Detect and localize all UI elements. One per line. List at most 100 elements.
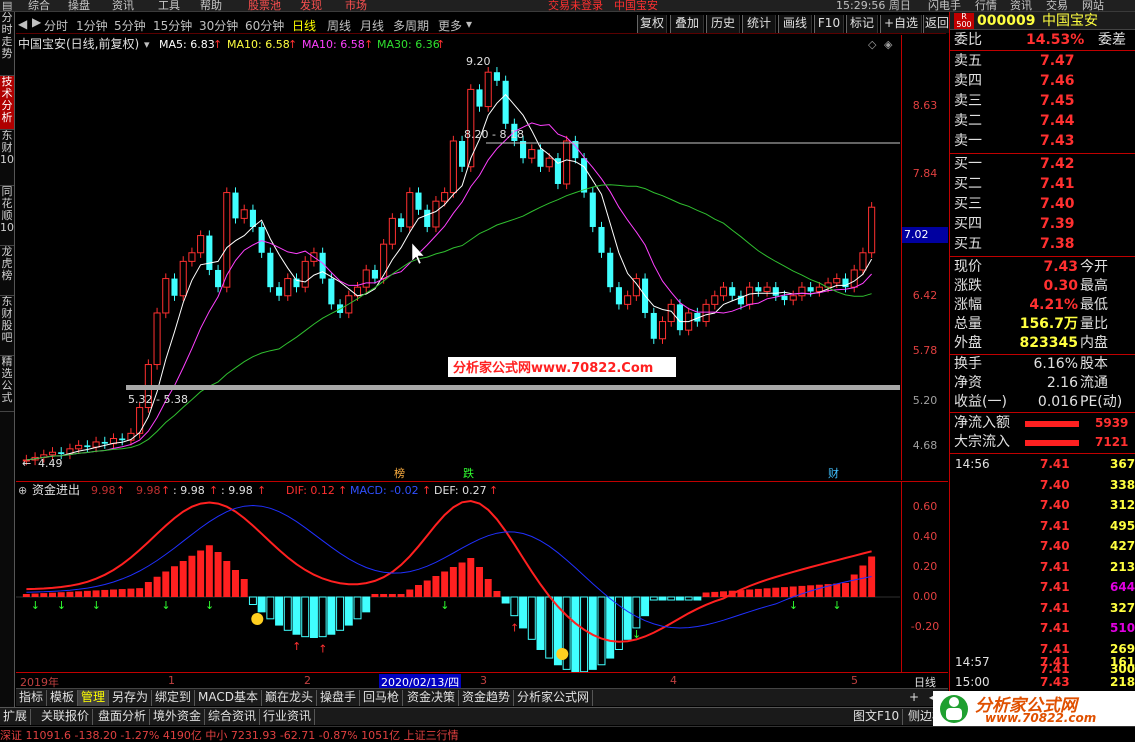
- tool-button[interactable]: 标记: [846, 15, 878, 33]
- tab-fenshi[interactable]: 分时走势: [0, 12, 14, 76]
- sub-tab[interactable]: 分析家公式网: [514, 690, 594, 706]
- sub-tab-active[interactable]: 管理: [78, 690, 110, 706]
- period-tab[interactable]: 多周期: [393, 17, 429, 34]
- menu-item[interactable]: 资讯: [112, 0, 134, 11]
- sub-tab[interactable]: 回马枪: [360, 690, 404, 706]
- tool-button[interactable]: 画线: [778, 15, 812, 33]
- bottom-tab[interactable]: 境外资金: [150, 709, 206, 725]
- tool-button[interactable]: +自选: [880, 15, 922, 33]
- candle-body: [868, 206, 876, 254]
- index-ticker: 深证 11091.6 -138.20 -1.27% 4190亿 中小 7231.…: [0, 726, 1135, 742]
- indicator-bar: [606, 596, 615, 659]
- indicator-bar: [702, 592, 710, 597]
- tick-time: 15:00: [955, 675, 990, 689]
- login-status[interactable]: 交易未登录: [548, 0, 603, 11]
- ask-row[interactable]: 卖二 7.44: [950, 112, 1135, 131]
- menu-item[interactable]: 综合: [28, 0, 50, 11]
- top-right-item[interactable]: 交易: [1046, 0, 1068, 11]
- period-tab[interactable]: 30分钟: [199, 17, 238, 34]
- tab-guba[interactable]: 东财股吧: [0, 296, 14, 356]
- tab-longhubang[interactable]: 龙虎榜: [0, 246, 14, 296]
- ask-row[interactable]: 卖五 7.47: [950, 52, 1135, 71]
- tool-button[interactable]: 历史: [706, 15, 740, 33]
- bottom-tab[interactable]: 行业资讯: [260, 709, 316, 725]
- bid-row[interactable]: 买二 7.41: [950, 175, 1135, 194]
- tab-dongcai[interactable]: 东财10: [0, 130, 14, 186]
- hot-item[interactable]: 市场: [345, 0, 367, 11]
- bid-row[interactable]: 买五 7.38: [950, 235, 1135, 254]
- marker-bang[interactable]: 榜: [394, 466, 405, 480]
- dropdown-icon[interactable]: ▾: [466, 17, 472, 31]
- sub-tab[interactable]: 资金趋势: [459, 690, 515, 706]
- menu-item[interactable]: 操盘: [68, 0, 90, 11]
- date-axis: 2019年 1 2 2020/02/13/四 3 4 5 日线: [16, 672, 948, 690]
- marker-die[interactable]: 跌: [463, 466, 474, 480]
- hot-item[interactable]: 发现: [300, 0, 322, 11]
- arrow-icon[interactable]: ▶: [32, 15, 41, 29]
- period-tab[interactable]: 1分钟: [76, 17, 108, 34]
- diamond-icon[interactable]: ◇: [868, 38, 877, 51]
- bid-row[interactable]: 买一 7.42: [950, 155, 1135, 174]
- sub-tab[interactable]: 操盘手: [317, 690, 361, 706]
- top-right-item[interactable]: 网站: [1082, 0, 1104, 11]
- period-tab[interactable]: 60分钟: [245, 17, 284, 34]
- bid-row[interactable]: 买三 7.40: [950, 195, 1135, 214]
- period-tab[interactable]: 5分钟: [114, 17, 146, 34]
- tab-tonghuashun[interactable]: 同花顺10: [0, 186, 14, 246]
- period-tab[interactable]: 分时: [44, 17, 68, 34]
- period-tab[interactable]: 更多: [438, 17, 462, 34]
- ma-dropdown-icon[interactable]: ▾: [144, 38, 150, 51]
- quote-header: R 500 000009 中国宝安: [950, 12, 1135, 30]
- period-tab[interactable]: 月线: [360, 17, 384, 34]
- bottom-tab[interactable]: 综合资讯: [205, 709, 261, 725]
- top-right-item[interactable]: 行情: [975, 0, 997, 11]
- kline-chart[interactable]: 中国宝安(日线,前复权) ▾ MA5: 6.83 ↑ MA10: 6.58 ↑ …: [16, 35, 900, 480]
- period-tab-active[interactable]: 日线: [292, 17, 316, 34]
- candle-body: [197, 235, 205, 254]
- add-icon[interactable]: +: [906, 690, 922, 706]
- arrow-icon[interactable]: ◀: [18, 17, 27, 31]
- hot-item[interactable]: 股票池: [248, 0, 281, 11]
- tab-tech-analysis[interactable]: 技术分析: [0, 76, 14, 130]
- ask-row[interactable]: 卖一 7.43: [950, 132, 1135, 151]
- high-label: 9.20: [466, 55, 491, 68]
- sub-tab[interactable]: 绑定到: [152, 690, 196, 706]
- sub-tab[interactable]: 模板: [47, 690, 79, 706]
- ask-row[interactable]: 卖四 7.46: [950, 72, 1135, 91]
- bottom-tab[interactable]: 盘面分析: [95, 709, 151, 725]
- bid-row[interactable]: 买四 7.39: [950, 215, 1135, 234]
- stat-label: 现价: [954, 259, 982, 275]
- expand-icon[interactable]: ◈: [884, 38, 893, 51]
- tool-button[interactable]: 返回: [923, 15, 951, 33]
- indicator-menu-icon[interactable]: ⊕: [18, 484, 27, 497]
- tool-button[interactable]: 统计: [742, 15, 776, 33]
- period-tab[interactable]: 周线: [327, 17, 351, 34]
- bottom-right-button[interactable]: 图文F10: [850, 709, 904, 725]
- quote-panel: R 500 000009 中国宝安 委比 14.53% 委差 卖五 7.47 卖四 7…: [949, 12, 1135, 707]
- tick-row: 14:57 7.41 161: [950, 654, 1135, 670]
- tick-price: 7.40: [1040, 539, 1070, 553]
- top-right-item[interactable]: 闪电手: [928, 0, 961, 11]
- indicator-chart[interactable]: ↓ ↓ ↓ ↓ ↓ ↓ ↓ ↓ ↓ ↑ ↑ ↑ ↑ ⊕ 资金进出 9.98 ↑ 9.98 ↑ : 9.9…: [16, 482, 900, 672]
- sub-tab[interactable]: 资金决策: [404, 690, 460, 706]
- marker-cai[interactable]: 财: [828, 466, 839, 480]
- menu-item[interactable]: 帮助: [200, 0, 222, 11]
- period-tab[interactable]: 15分钟: [153, 17, 192, 34]
- tick-price: 7.40: [1040, 477, 1070, 492]
- bottom-tab[interactable]: 扩展: [0, 709, 32, 725]
- menu-icon[interactable]: ▤: [2, 0, 12, 11]
- sub-tab[interactable]: MACD基本: [195, 690, 262, 706]
- tool-button[interactable]: 叠加: [670, 15, 704, 33]
- tab-formula[interactable]: 精选公式: [0, 356, 14, 412]
- menu-item[interactable]: 工具: [158, 0, 180, 11]
- top-right-item[interactable]: 资讯: [1010, 0, 1032, 11]
- ask-row[interactable]: 卖三 7.45: [950, 92, 1135, 111]
- bottom-tab[interactable]: 关联报价: [38, 709, 94, 725]
- sub-tab[interactable]: 巅在龙头: [262, 690, 318, 706]
- sub-tab[interactable]: 指标: [16, 690, 48, 706]
- sub-tab[interactable]: 另存为: [109, 690, 153, 706]
- ask-label: 卖一: [954, 133, 982, 149]
- tool-button[interactable]: 复权: [637, 15, 667, 33]
- tool-button[interactable]: F10: [814, 15, 844, 33]
- indicator-bar: [476, 567, 483, 597]
